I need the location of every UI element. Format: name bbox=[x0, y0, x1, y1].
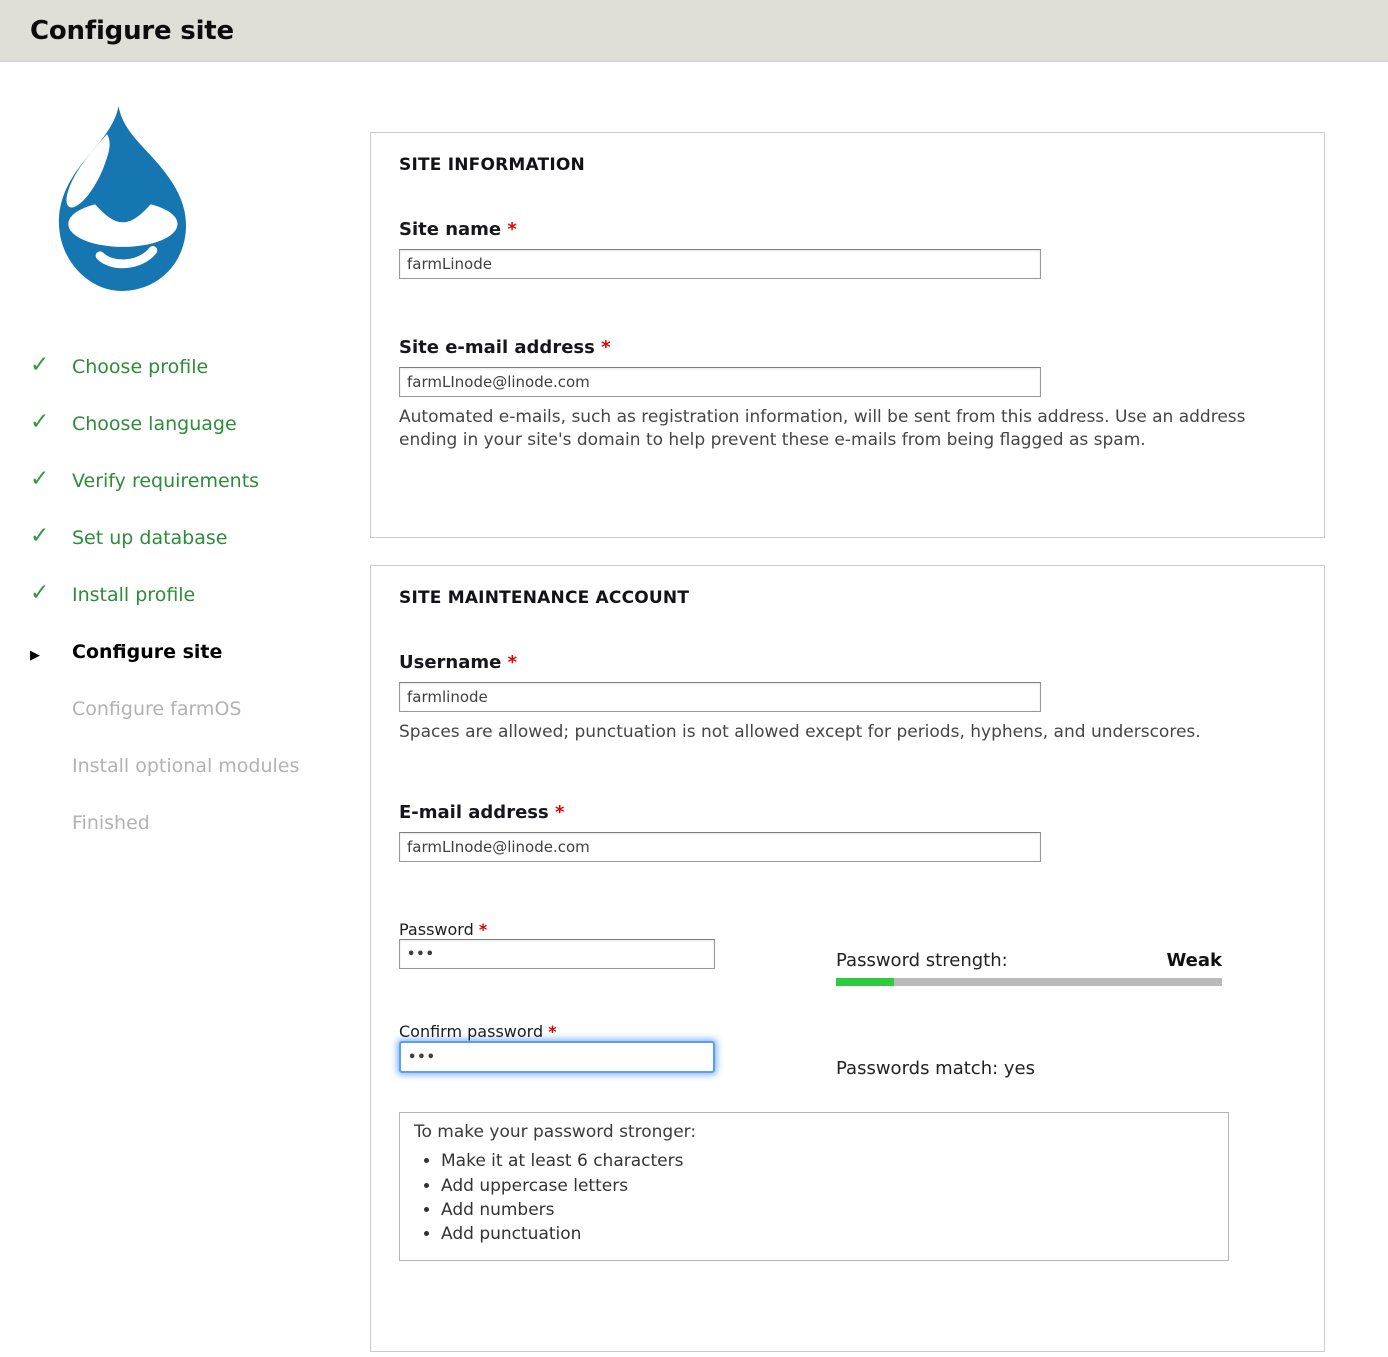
layout: ✓ Choose profile ✓ Choose language ✓ Ver… bbox=[0, 62, 1388, 1357]
sidebar-item-choose-profile: ✓ Choose profile bbox=[30, 356, 370, 379]
password-strength-bar-track bbox=[836, 978, 1222, 986]
password-strength-bar-fill bbox=[836, 978, 894, 986]
check-icon: ✓ bbox=[30, 411, 60, 434]
step-label: Configure farmOS bbox=[72, 698, 241, 720]
password-suggestions-intro: To make your password stronger: bbox=[414, 1122, 1214, 1142]
arrow-right-icon: ▶ bbox=[30, 644, 60, 667]
site-name-label: Site name * bbox=[399, 219, 1296, 240]
confirm-password-row: Confirm password * Passwords match: yes bbox=[399, 1022, 1296, 1079]
confirm-password-input[interactable] bbox=[399, 1041, 715, 1073]
account-email-input[interactable] bbox=[399, 832, 1041, 862]
password-suggestions-list: Make it at least 6 characters Add upperc… bbox=[414, 1149, 1214, 1246]
account-email-field: E-mail address * bbox=[399, 802, 1296, 862]
list-item: Add uppercase letters bbox=[441, 1174, 1214, 1198]
required-asterisk: * bbox=[507, 219, 516, 240]
password-suggestions-box: To make your password stronger: Make it … bbox=[399, 1112, 1229, 1261]
site-email-field: Site e-mail address * Automated e-mails,… bbox=[399, 337, 1296, 453]
site-name-field: Site name * bbox=[399, 219, 1296, 279]
sidebar-item-verify-requirements: ✓ Verify requirements bbox=[30, 470, 370, 493]
required-asterisk: * bbox=[555, 802, 564, 823]
required-asterisk: * bbox=[508, 652, 517, 673]
required-asterisk: * bbox=[548, 1022, 556, 1041]
configure-site-form: SITE INFORMATION Site name * Site e-mail… bbox=[370, 62, 1325, 1357]
site-information-section: SITE INFORMATION Site name * Site e-mail… bbox=[370, 132, 1325, 538]
password-input[interactable] bbox=[399, 939, 715, 969]
site-information-legend: SITE INFORMATION bbox=[399, 155, 1296, 175]
sidebar-item-choose-language: ✓ Choose language bbox=[30, 413, 370, 436]
page-header: Configure site bbox=[0, 0, 1388, 62]
sidebar-item-configure-farmos: Configure farmOS bbox=[30, 698, 370, 721]
password-label: Password * bbox=[399, 920, 487, 939]
step-label: Install optional modules bbox=[72, 755, 299, 777]
check-icon: ✓ bbox=[30, 354, 60, 377]
site-email-description: Automated e-mails, such as registration … bbox=[399, 406, 1296, 453]
sidebar-item-install-profile: ✓ Install profile bbox=[30, 584, 370, 607]
step-label: Choose language bbox=[72, 413, 237, 435]
username-input[interactable] bbox=[399, 682, 1041, 712]
check-icon: ✓ bbox=[30, 468, 60, 491]
list-item: Add punctuation bbox=[441, 1222, 1214, 1246]
step-label: Choose profile bbox=[72, 356, 208, 378]
confirm-password-label: Confirm password * bbox=[399, 1022, 557, 1041]
step-label: Set up database bbox=[72, 527, 227, 549]
password-strength-label: Password strength: bbox=[836, 950, 1008, 971]
step-label: Configure site bbox=[72, 641, 222, 663]
step-label: Verify requirements bbox=[72, 470, 259, 492]
sidebar-item-finished: Finished bbox=[30, 812, 370, 835]
install-steps-list: ✓ Choose profile ✓ Choose language ✓ Ver… bbox=[30, 356, 370, 835]
site-name-input[interactable] bbox=[399, 249, 1041, 279]
site-maintenance-account-section: SITE MAINTENANCE ACCOUNT Username * Spac… bbox=[370, 565, 1325, 1352]
step-label: Install profile bbox=[72, 584, 195, 606]
password-row: Password * Password strength: Weak bbox=[399, 920, 1296, 986]
sidebar-item-configure-site: ▶ Configure site bbox=[30, 641, 370, 664]
password-field: Password * bbox=[399, 920, 836, 986]
confirm-password-field: Confirm password * bbox=[399, 1022, 836, 1079]
site-email-label: Site e-mail address * bbox=[399, 337, 1296, 358]
sidebar-item-install-optional-modules: Install optional modules bbox=[30, 755, 370, 778]
username-label: Username * bbox=[399, 652, 1296, 673]
list-item: Add numbers bbox=[441, 1198, 1214, 1222]
check-icon: ✓ bbox=[30, 582, 60, 605]
passwords-match-status: Passwords match: yes bbox=[836, 1022, 1222, 1079]
passwords-match-value: yes bbox=[1004, 1058, 1035, 1079]
passwords-match-label: Passwords match: bbox=[836, 1058, 998, 1079]
check-icon: ✓ bbox=[30, 525, 60, 548]
password-strength-value: Weak bbox=[1166, 950, 1222, 971]
account-email-label: E-mail address * bbox=[399, 802, 1296, 823]
list-item: Make it at least 6 characters bbox=[441, 1149, 1214, 1173]
password-strength-indicator: Password strength: Weak bbox=[836, 920, 1222, 986]
drupal-logo-icon bbox=[26, 100, 211, 304]
required-asterisk: * bbox=[601, 337, 610, 358]
username-description: Spaces are allowed; punctuation is not a… bbox=[399, 721, 1234, 744]
site-email-input[interactable] bbox=[399, 367, 1041, 397]
step-label: Finished bbox=[72, 812, 150, 834]
sidebar-item-set-up-database: ✓ Set up database bbox=[30, 527, 370, 550]
required-asterisk: * bbox=[479, 920, 487, 939]
username-field: Username * Spaces are allowed; punctuati… bbox=[399, 652, 1296, 744]
install-steps-sidebar: ✓ Choose profile ✓ Choose language ✓ Ver… bbox=[0, 62, 370, 1357]
site-maintenance-account-legend: SITE MAINTENANCE ACCOUNT bbox=[399, 588, 1296, 608]
page-title: Configure site bbox=[30, 16, 234, 46]
